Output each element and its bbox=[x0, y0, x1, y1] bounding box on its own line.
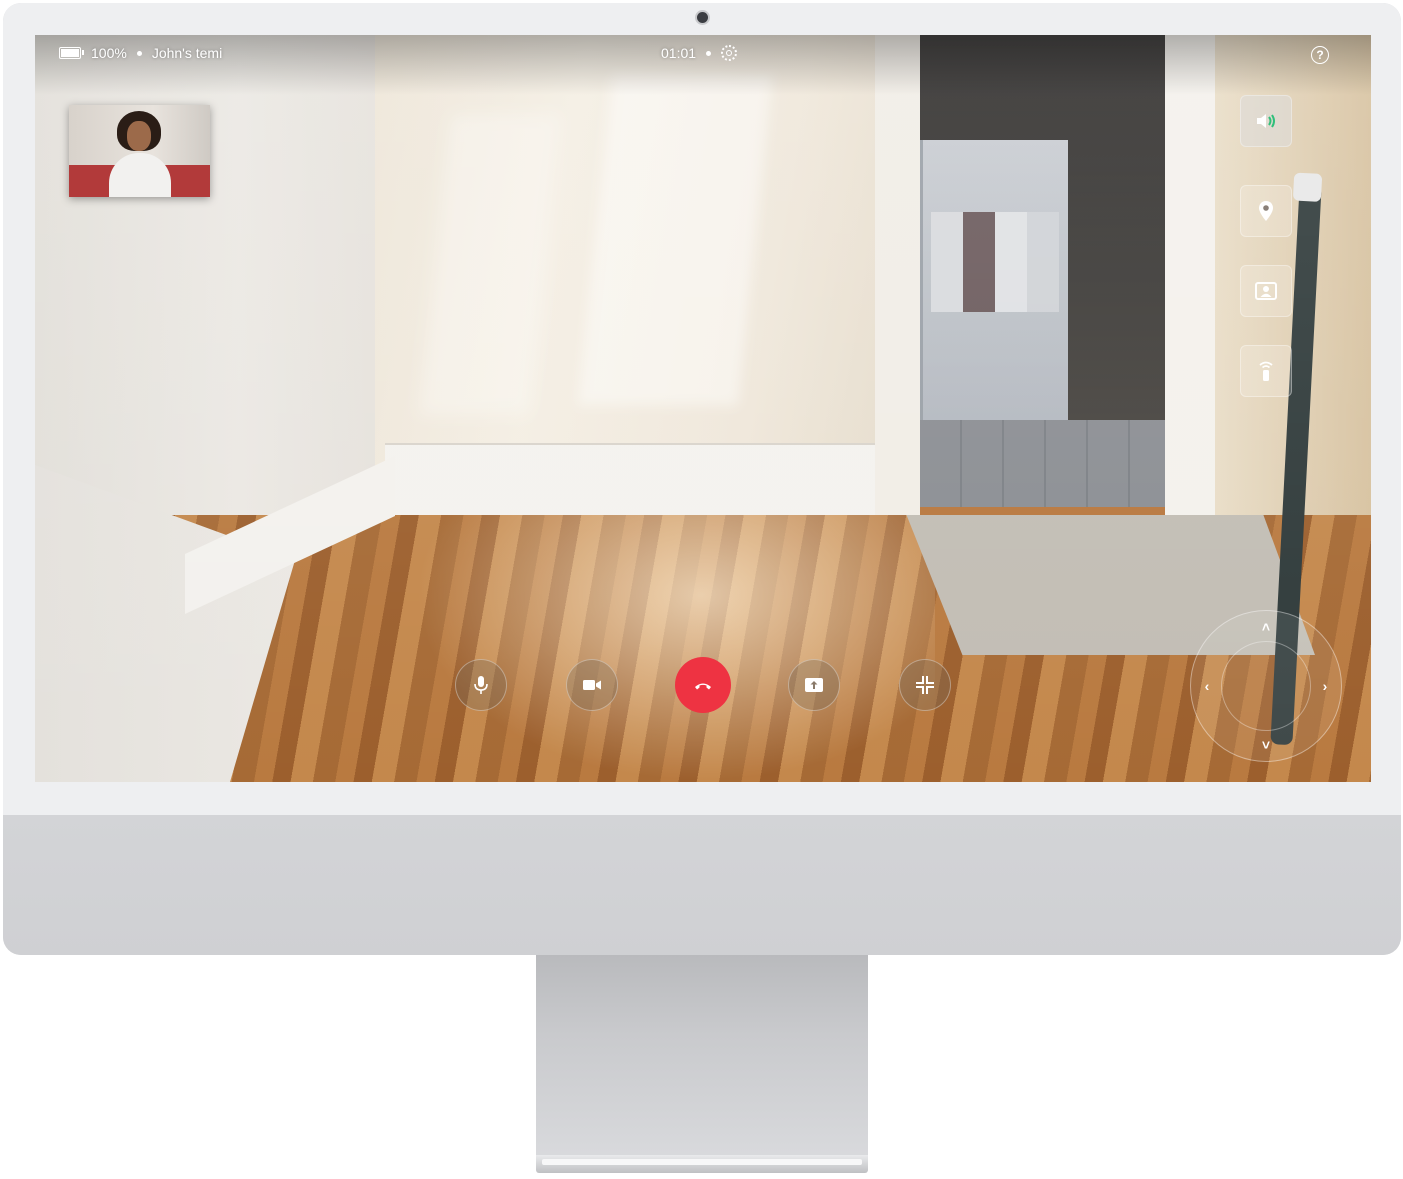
volume-button[interactable] bbox=[1240, 95, 1292, 147]
move-back-arrow[interactable]: ˅ bbox=[1256, 735, 1276, 755]
locations-button[interactable] bbox=[1240, 185, 1292, 237]
help-button[interactable]: ? bbox=[1311, 46, 1329, 64]
video-call-screen: 100% John's temi 01:01 ? ˄ ˅ ‹ › bbox=[35, 35, 1371, 782]
exit-fullscreen-button[interactable] bbox=[899, 659, 951, 711]
video-camera-icon bbox=[583, 680, 601, 690]
turn-left-arrow[interactable]: ‹ bbox=[1197, 676, 1217, 696]
robot-name: John's temi bbox=[151, 45, 223, 61]
contacts-button[interactable] bbox=[1240, 265, 1292, 317]
share-screen-button[interactable] bbox=[788, 659, 840, 711]
microphone-button[interactable] bbox=[455, 659, 507, 711]
joystick-center[interactable] bbox=[1221, 641, 1311, 731]
turn-right-arrow[interactable]: › bbox=[1315, 676, 1335, 696]
remote-icon bbox=[1259, 361, 1273, 381]
remote-control-button[interactable] bbox=[1240, 345, 1292, 397]
phone-hangup-icon bbox=[695, 683, 711, 690]
camera-button[interactable] bbox=[566, 659, 618, 711]
battery-icon bbox=[59, 47, 84, 59]
monitor-stand-foot bbox=[536, 1155, 868, 1173]
speaker-icon bbox=[1257, 114, 1275, 128]
movement-joystick[interactable]: ˄ ˅ ‹ › bbox=[1190, 610, 1342, 762]
monitor-stand bbox=[536, 955, 868, 1155]
status-left: 100% John's temi bbox=[59, 42, 222, 64]
share-screen-icon bbox=[805, 678, 823, 692]
microphone-icon bbox=[474, 676, 488, 694]
contact-card-icon bbox=[1255, 282, 1277, 300]
self-view-video[interactable] bbox=[69, 105, 210, 197]
hang-up-button[interactable] bbox=[675, 657, 731, 713]
monitor-chin bbox=[3, 815, 1401, 955]
status-center: 01:01 bbox=[661, 42, 738, 64]
battery-level: 100% bbox=[91, 45, 127, 61]
move-forward-arrow[interactable]: ˄ bbox=[1256, 617, 1276, 637]
settings-icon[interactable] bbox=[721, 45, 738, 61]
separator-dot bbox=[136, 50, 142, 56]
recording-dot bbox=[706, 50, 712, 56]
webcam bbox=[697, 12, 708, 23]
help-icon: ? bbox=[1316, 48, 1324, 62]
location-pin-icon bbox=[1259, 201, 1273, 221]
minimize-icon bbox=[916, 676, 934, 694]
call-timer: 01:01 bbox=[661, 45, 697, 61]
